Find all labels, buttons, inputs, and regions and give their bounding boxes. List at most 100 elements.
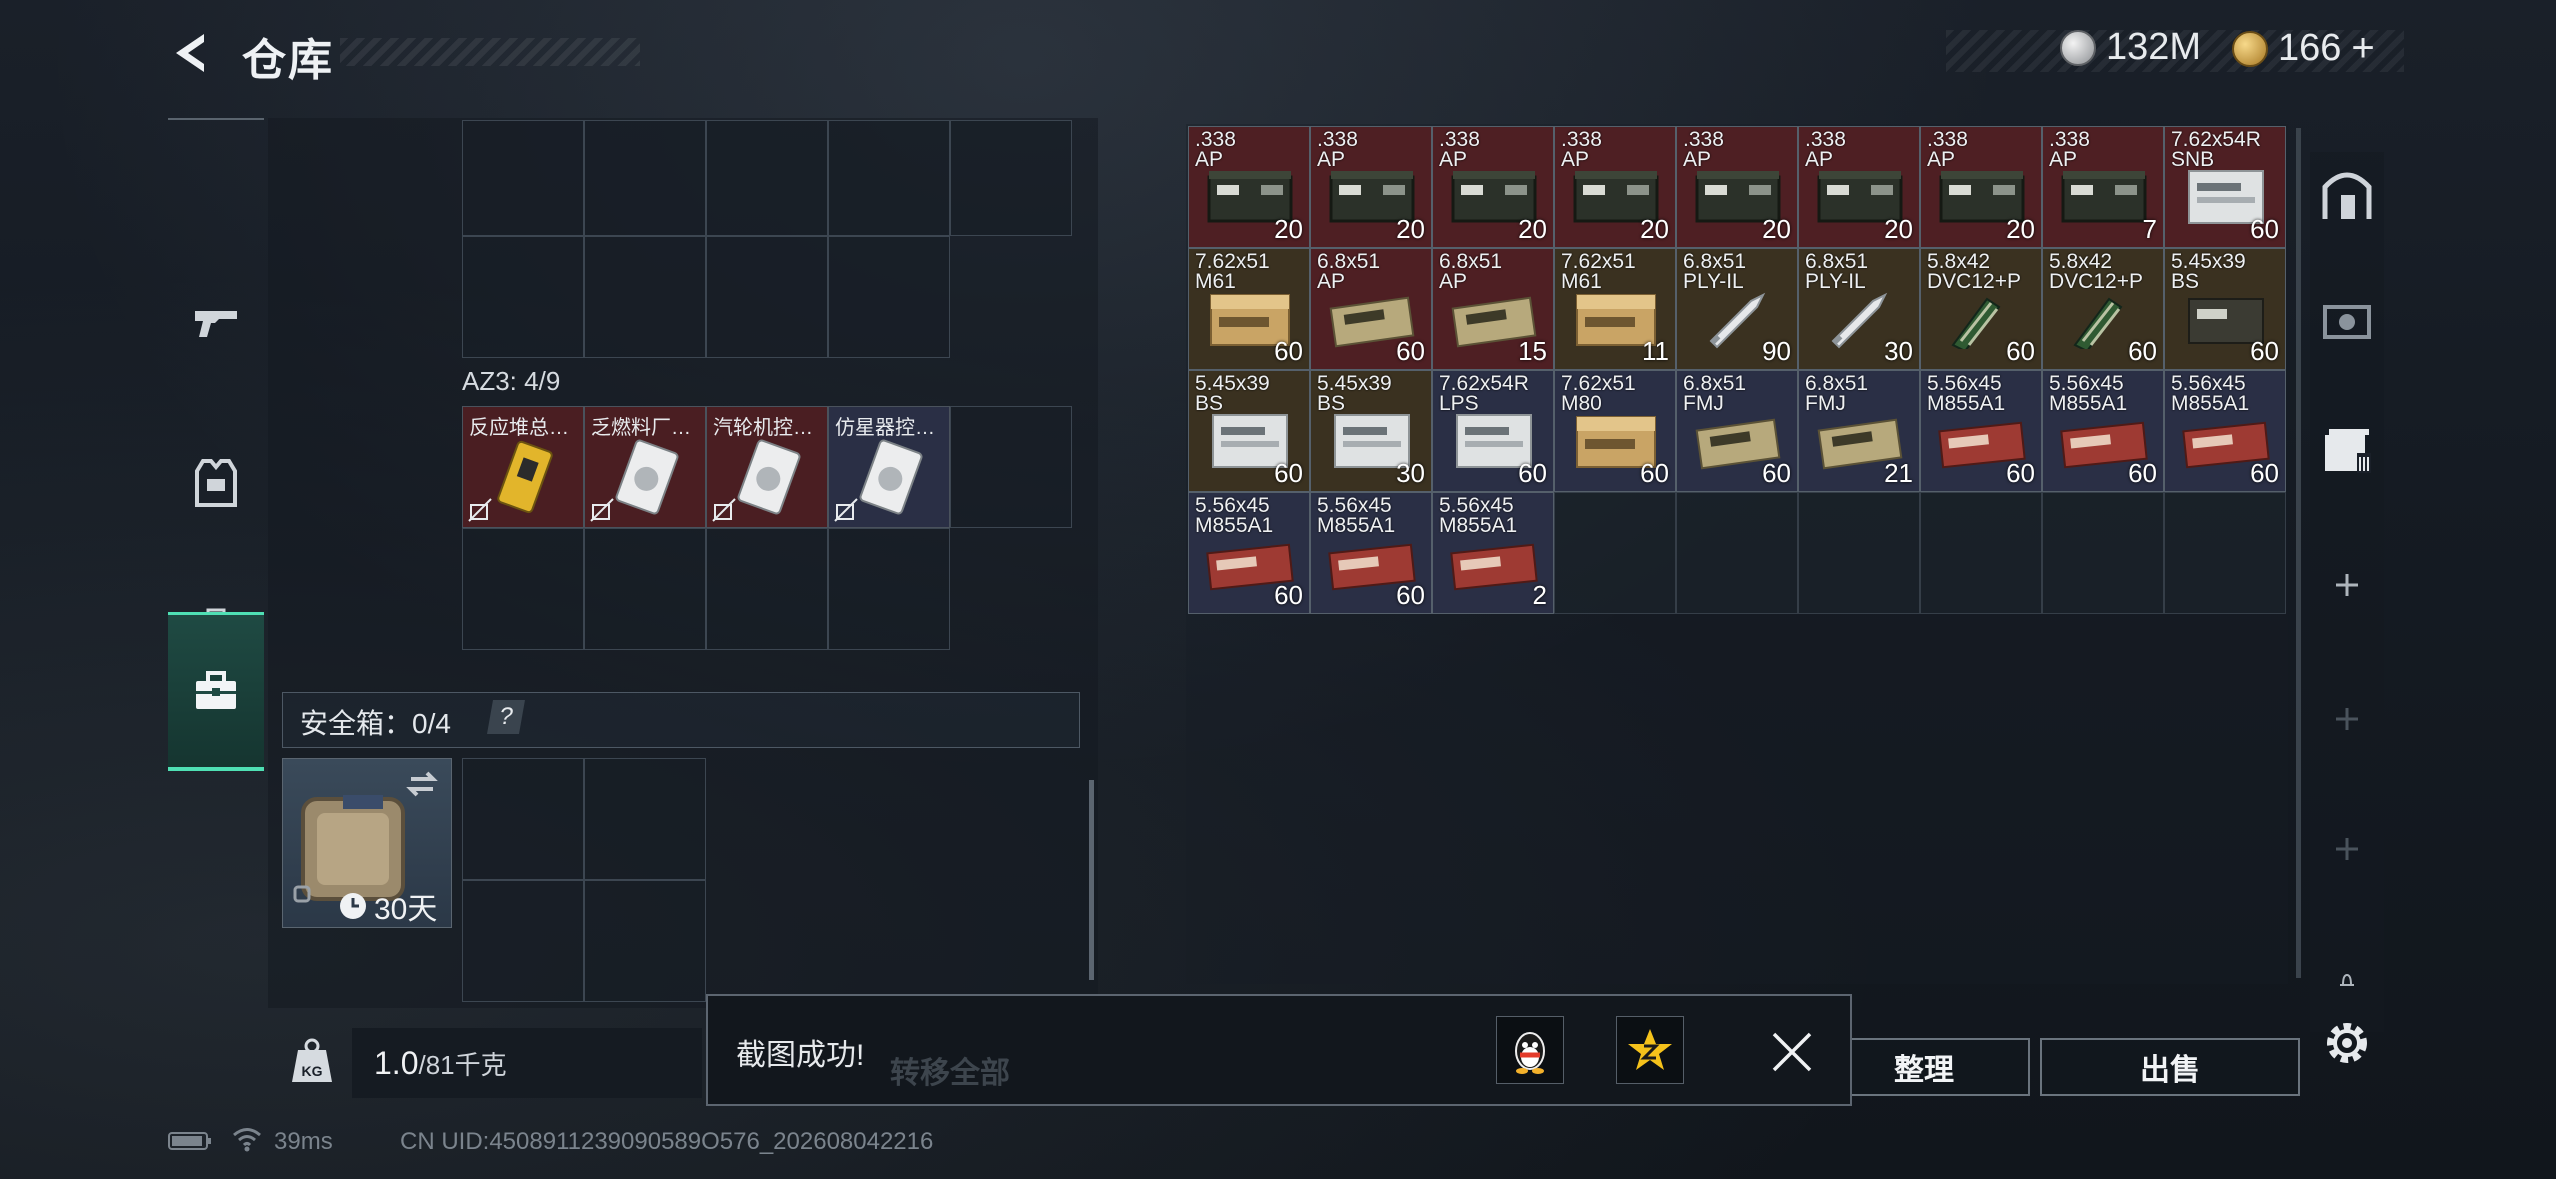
stash-item[interactable]: 6.8x51 PLY-IL 90 [1676,248,1798,370]
grid-slot[interactable] [584,758,706,880]
stash-item[interactable]: .338 AP 20 [1554,126,1676,248]
toolbar-vault[interactable] [2318,166,2376,224]
toolbar-add-3[interactable] [2318,820,2376,878]
stash-item[interactable]: .338 AP 20 [1310,126,1432,248]
toolbar-storage[interactable] [2318,420,2376,478]
back-arrow-icon[interactable] [166,28,216,78]
grid-slot[interactable] [950,120,1072,236]
stash-item[interactable]: 5.56x45 M855A1 60 [1920,370,2042,492]
stash-empty-slot[interactable] [2164,492,2286,614]
ammo-quantity: 60 [2006,458,2035,488]
grid-slot[interactable] [462,758,584,880]
sidebar-tab-weapon[interactable] [168,248,264,398]
stash-item[interactable]: 5.56x45 M855A1 2 [1432,492,1554,614]
stash-item[interactable]: .338 AP 20 [1798,126,1920,248]
ammo-type: M855A1 [1927,392,2006,415]
grid-slot[interactable] [950,406,1072,528]
stash-item[interactable]: 7.62x51 M80 60 [1554,370,1676,492]
stash-item[interactable]: 5.45x39 BS 30 [1310,370,1432,492]
transfer-all-button[interactable]: 转移全部 [890,1048,1010,1092]
container-item[interactable]: 反应堆总… [462,406,584,528]
close-icon[interactable] [1770,1030,1814,1074]
container-item[interactable]: 汽轮机控… [706,406,828,528]
stash-item[interactable]: .338 AP 20 [1920,126,2042,248]
stash-item[interactable]: 5.45x39 BS 60 [1188,370,1310,492]
stash-item[interactable]: .338 AP 20 [1432,126,1554,248]
stash-item[interactable]: 6.8x51 AP 60 [1310,248,1432,370]
toolbar-gear-kit[interactable] [2318,290,2376,348]
stash-item[interactable]: .338 AP 20 [1188,126,1310,248]
ammo-quantity: 15 [1518,336,1547,366]
ammo-type: M61 [1561,270,1602,293]
stash-item[interactable]: 7.62x51 M61 60 [1188,248,1310,370]
stash-item[interactable]: 6.8x51 AP 15 [1432,248,1554,370]
share-qzone-button[interactable] [1616,1016,1684,1084]
stash-empty-slot[interactable] [1920,492,2042,614]
grid-slot[interactable] [584,120,706,236]
stash-item[interactable]: 5.56x45 M855A1 60 [2164,370,2286,492]
grid-slot[interactable] [462,528,584,650]
left-scrollbar[interactable] [1089,780,1094,980]
stash-item[interactable]: 5.56x45 M855A1 60 [2042,370,2164,492]
stash-empty-slot[interactable] [1554,492,1676,614]
container-item[interactable]: 乏燃料厂… [584,406,706,528]
plus-icon [2336,574,2358,596]
gold-amount: 166 [2278,27,2342,69]
stash-item[interactable]: 6.8x51 PLY-IL 30 [1798,248,1920,370]
share-qq-button[interactable] [1496,1016,1564,1084]
grid-slot[interactable] [706,236,828,358]
stash-item[interactable]: 7.62x54R SNB 60 [2164,126,2286,248]
grid-slot[interactable] [584,236,706,358]
stash-item[interactable]: .338 AP 20 [1676,126,1798,248]
battery-icon [168,1130,212,1159]
stash-empty-slot[interactable] [2042,492,2164,614]
ammo-type: M80 [1561,392,1602,415]
ammo-type: PLY-IL [1805,270,1866,293]
silver-amount: 132M [2106,26,2202,68]
stash-item[interactable]: 5.8x42 DVC12+P 60 [1920,248,2042,370]
container-item-name: 反应堆总… [469,417,569,439]
stash-empty-slot[interactable] [1798,492,1920,614]
stash-item[interactable]: .338 AP 7 [2042,126,2164,248]
sidebar-tab-safebox[interactable] [168,612,264,771]
stash-item[interactable]: 6.8x51 FMJ 21 [1798,370,1920,492]
grid-slot[interactable] [828,236,950,358]
grid-slot[interactable] [584,880,706,1002]
stash-item[interactable]: 5.56x45 M855A1 60 [1310,492,1432,614]
grid-slot[interactable] [706,120,828,236]
ammo-quantity: 60 [1762,458,1791,488]
stash-item[interactable]: 7.62x51 M61 11 [1554,248,1676,370]
grid-slot[interactable] [462,236,584,358]
stash-item[interactable]: 7.62x54R LPS 60 [1432,370,1554,492]
silver-currency: 132M [2060,26,2201,69]
gold-currency[interactable]: 166 + [2232,26,2375,71]
stash-item[interactable]: 6.8x51 FMJ 60 [1676,370,1798,492]
wifi-icon [232,1126,262,1159]
toolbar-add-1[interactable] [2318,556,2376,614]
add-gold-icon[interactable]: + [2351,26,2374,71]
toolbar-add-2[interactable] [2318,690,2376,748]
ammo-type: AP [1195,148,1224,171]
ammo-quantity: 30 [1396,458,1425,488]
weight-max: /81千克 [418,1049,507,1080]
grid-slot[interactable] [462,120,584,236]
toolbar-settings[interactable] [2318,1014,2376,1072]
grid-slot[interactable] [584,528,706,650]
grid-slot[interactable] [828,528,950,650]
container-item[interactable]: 仿星器控… [828,406,950,528]
stash-item[interactable]: 5.56x45 M855A1 60 [1188,492,1310,614]
stash-scrollbar[interactable] [2296,128,2301,978]
grid-slot[interactable] [462,880,584,1002]
help-icon[interactable]: ? [487,700,525,734]
stash-empty-slot[interactable] [1676,492,1798,614]
ping-readout: 39ms [274,1128,333,1155]
grid-slot[interactable] [828,120,950,236]
stash-item[interactable]: 5.8x42 DVC12+P 60 [2042,248,2164,370]
toolbar-bell[interactable] [2318,950,2376,1008]
ammo-quantity: 60 [2128,458,2157,488]
sell-button[interactable]: 出售 [2040,1038,2300,1096]
sidebar-tab-armor[interactable] [168,408,264,558]
gold-coin-icon [2232,30,2268,67]
grid-slot[interactable] [706,528,828,650]
stash-item[interactable]: 5.45x39 BS 60 [2164,248,2286,370]
